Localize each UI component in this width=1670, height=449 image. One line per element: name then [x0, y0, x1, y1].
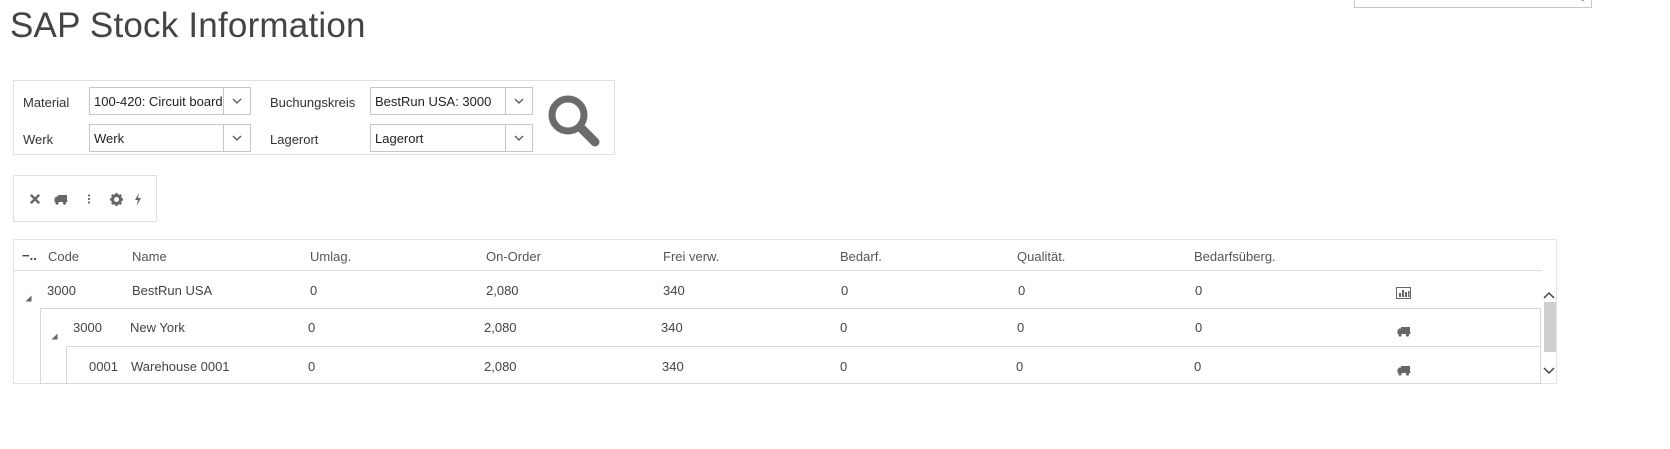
table-row[interactable]: 0001 Warehouse 0001 0 2,080 340 0 0 0 — [66, 347, 1540, 384]
buchungskreis-combobox[interactable]: BestRun USA: 3000 — [370, 87, 533, 115]
column-header-bedarfsueberg[interactable]: Bedarfsüberg. — [1194, 249, 1276, 264]
chevron-up-icon[interactable] — [1543, 284, 1555, 303]
buchungskreis-value: BestRun USA: 3000 — [375, 94, 492, 109]
buchungskreis-label: Buchungskreis — [270, 95, 356, 110]
column-header-name[interactable]: Name — [132, 249, 167, 264]
more-vertical-icon[interactable] — [80, 190, 98, 208]
column-header-code[interactable]: Code — [48, 249, 79, 264]
vertical-scrollbar[interactable] — [1542, 270, 1556, 384]
cell-on-order: 2,080 — [486, 283, 519, 298]
column-header-qualitaet[interactable]: Qualität. — [1017, 249, 1065, 264]
grid-header: −.. Code Name Umlag. On-Order Frei verw.… — [14, 240, 1542, 271]
cell-bedarf: 0 — [840, 320, 848, 335]
cell-qualitaet: 0 — [1016, 359, 1024, 374]
collapse-triangle-icon[interactable] — [25, 287, 32, 306]
werk-combobox[interactable]: Werk — [89, 124, 251, 152]
cell-bedarfsueberg: 0 — [1195, 320, 1203, 335]
column-header-bedarf[interactable]: Bedarf. — [840, 249, 882, 264]
top-right-dropdown[interactable]: ⌄ — [1354, 0, 1592, 8]
cell-bedarf: 0 — [841, 283, 849, 298]
collapse-all-button[interactable]: −.. — [22, 248, 37, 263]
cell-code: 3000 — [47, 283, 76, 298]
lagerort-label: Lagerort — [270, 132, 319, 147]
cell-bedarfsueberg: 0 — [1194, 359, 1202, 374]
cell-frei-verw: 340 — [663, 283, 685, 298]
cell-code: 0001 — [89, 359, 118, 374]
cell-umlag: 0 — [308, 320, 316, 335]
lagerort-combobox[interactable]: Lagerort — [370, 124, 533, 152]
toolbar — [13, 175, 157, 222]
filter-panel: Material 100-420: Circuit board I Werk W… — [13, 80, 615, 155]
flash-icon[interactable] — [129, 190, 147, 208]
chevron-down-icon[interactable] — [505, 125, 532, 151]
truck-icon[interactable] — [1397, 361, 1411, 380]
cell-name: BestRun USA — [132, 283, 213, 298]
werk-value: Werk — [94, 131, 125, 146]
search-icon[interactable] — [545, 92, 601, 148]
cell-name: Warehouse 0001 — [131, 359, 230, 374]
column-header-frei-verw[interactable]: Frei verw. — [663, 249, 719, 264]
gear-icon[interactable] — [107, 190, 125, 208]
werk-label: Werk — [23, 132, 54, 147]
cell-umlag: 0 — [308, 359, 316, 374]
cell-qualitaet: 0 — [1017, 320, 1025, 335]
truck-icon[interactable] — [1397, 322, 1411, 341]
page-title: SAP Stock Information — [10, 6, 366, 45]
lagerort-value: Lagerort — [375, 131, 424, 146]
cell-bedarfsueberg: 0 — [1195, 283, 1203, 298]
stock-grid: −.. Code Name Umlag. On-Order Frei verw.… — [13, 239, 1557, 384]
collapse-triangle-icon[interactable] — [51, 325, 58, 344]
chart-icon[interactable] — [1396, 284, 1411, 303]
cell-frei-verw: 340 — [662, 359, 684, 374]
cell-frei-verw: 340 — [661, 320, 683, 335]
cell-on-order: 2,080 — [484, 359, 517, 374]
cell-name: New York — [130, 320, 185, 335]
material-value: 100-420: Circuit board I — [94, 94, 222, 109]
close-icon[interactable] — [26, 190, 44, 208]
material-label: Material — [23, 95, 70, 110]
table-row[interactable]: 3000 BestRun USA 0 2,080 340 0 0 0 — [14, 271, 1542, 308]
cell-umlag: 0 — [310, 283, 318, 298]
chevron-down-icon[interactable] — [1543, 360, 1555, 379]
cell-on-order: 2,080 — [484, 320, 517, 335]
truck-icon[interactable] — [52, 190, 70, 208]
cell-bedarf: 0 — [840, 359, 848, 374]
chevron-down-icon[interactable] — [223, 88, 250, 114]
table-row[interactable]: 3000 New York 0 2,080 340 0 0 0 — [40, 309, 1540, 346]
column-header-umlag[interactable]: Umlag. — [310, 249, 351, 264]
material-combobox[interactable]: 100-420: Circuit board I — [89, 87, 251, 115]
chevron-down-icon[interactable] — [505, 88, 532, 114]
cell-code: 3000 — [73, 320, 102, 335]
chevron-down-icon: ⌄ — [1579, 0, 1587, 4]
chevron-down-icon[interactable] — [223, 125, 250, 151]
scrollbar-thumb[interactable] — [1544, 302, 1556, 352]
cell-qualitaet: 0 — [1018, 283, 1026, 298]
column-header-on-order[interactable]: On-Order — [486, 249, 541, 264]
